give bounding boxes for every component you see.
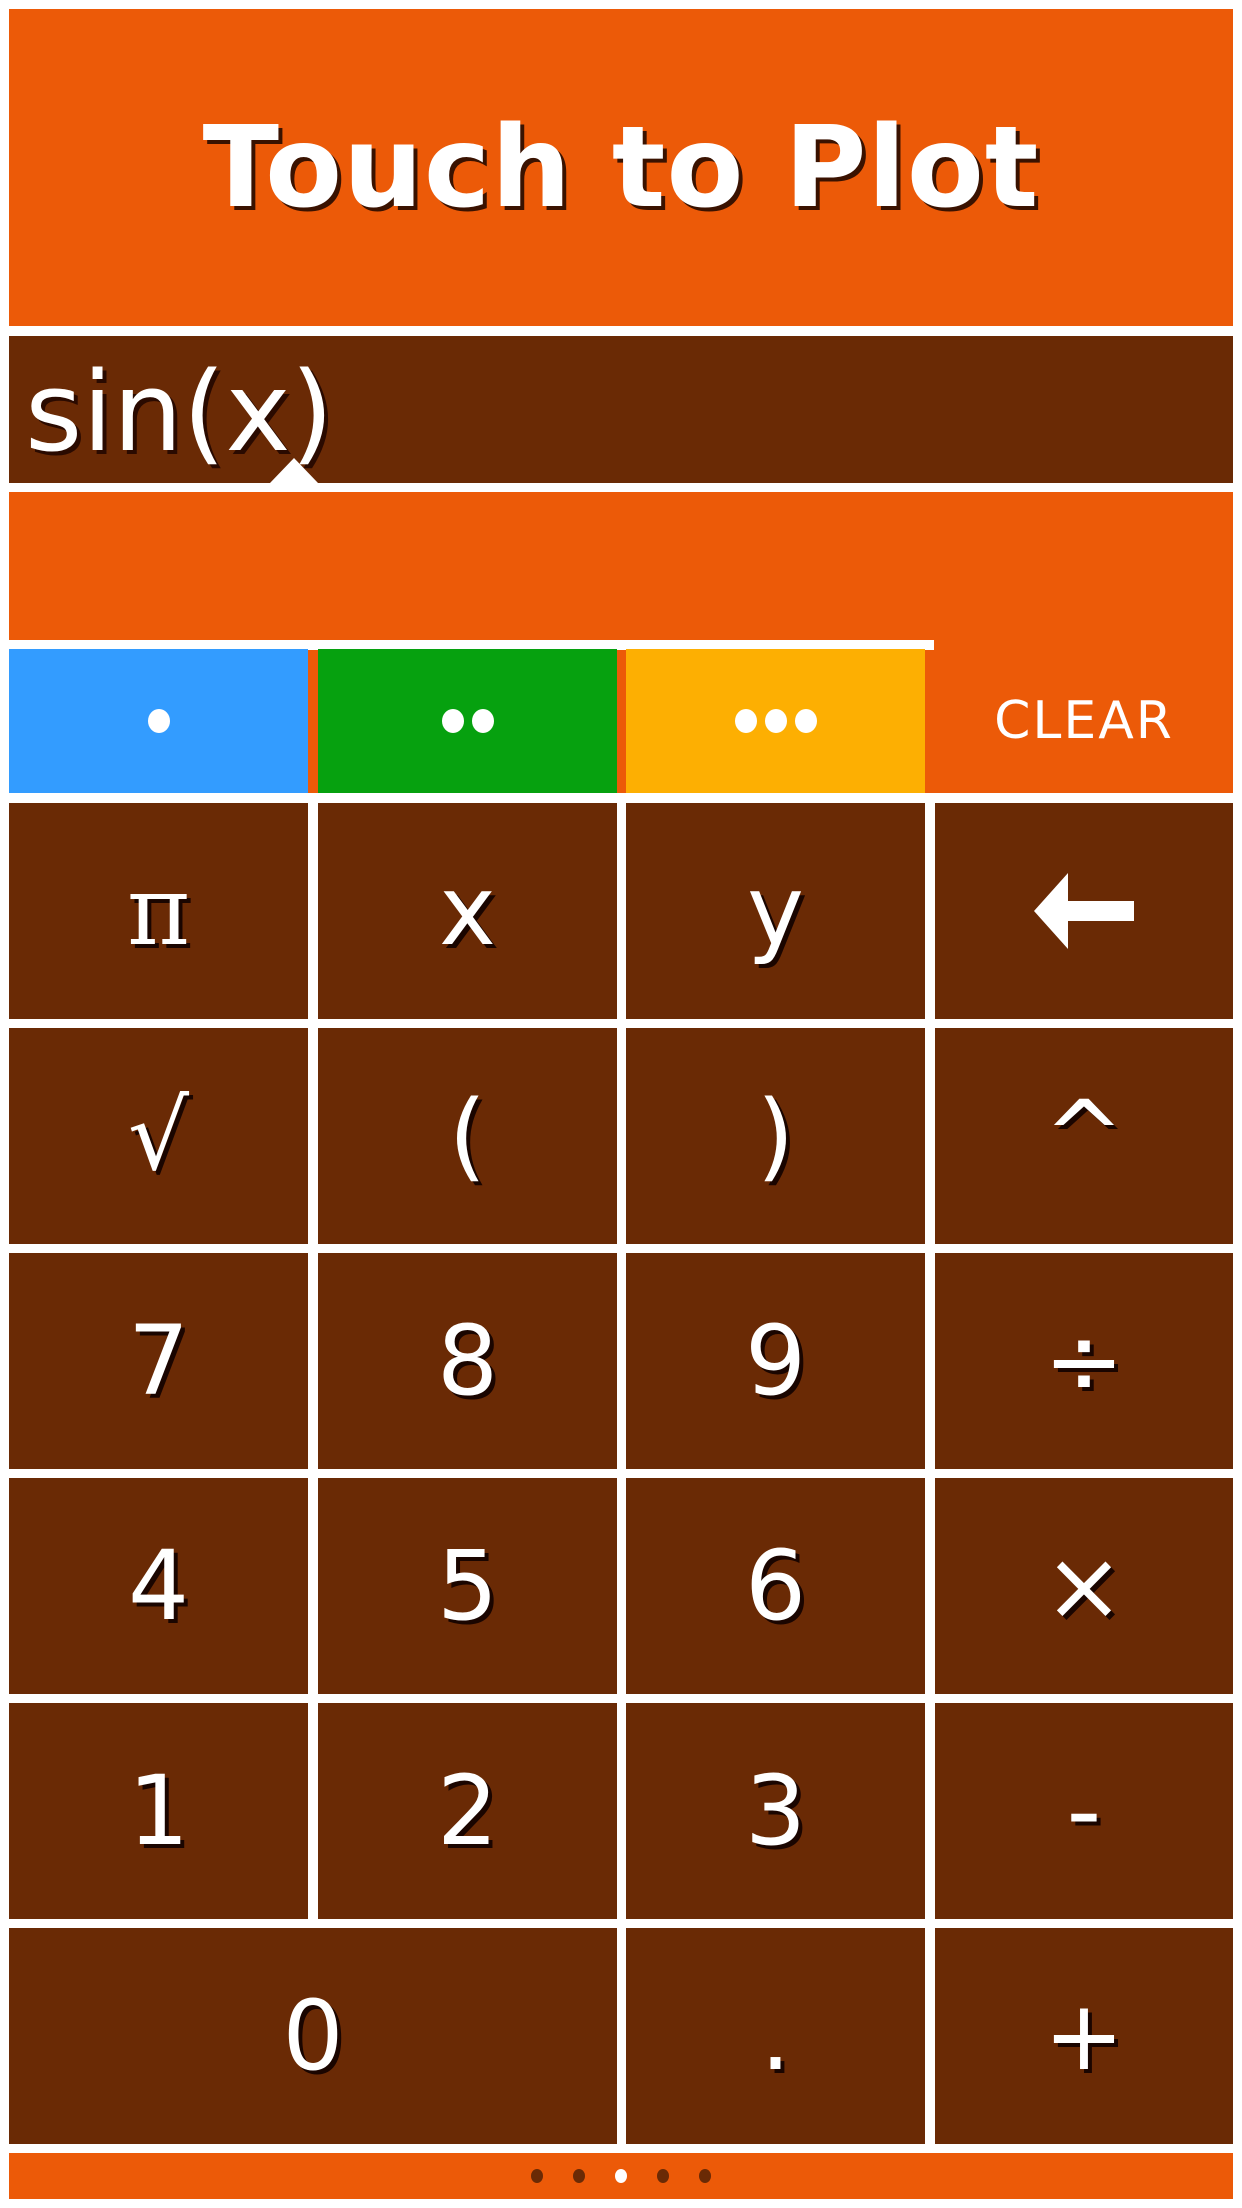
page-dot[interactable] [657, 2169, 669, 2183]
key-label: ( [448, 1080, 487, 1192]
key-label: x [439, 855, 496, 967]
key-multiply-button[interactable]: × [935, 1478, 1233, 1694]
header-plot-button[interactable]: Touch to Plot [9, 9, 1233, 326]
page-dot[interactable] [573, 2169, 585, 2183]
clear-button[interactable]: CLEAR [935, 649, 1233, 793]
page-title: Touch to Plot [202, 102, 1040, 233]
key-digit-6-button[interactable]: 6 [626, 1478, 925, 1694]
key-label: π [126, 855, 191, 967]
key-label: . [760, 1980, 791, 2092]
key-digit-5-button[interactable]: 5 [318, 1478, 617, 1694]
key-label: 6 [744, 1530, 807, 1642]
text-cursor-handle[interactable] [270, 458, 318, 483]
key-label: × [1043, 1530, 1125, 1642]
key-label: 9 [744, 1305, 807, 1417]
key-label: 4 [127, 1530, 190, 1642]
page-dot[interactable] [699, 2169, 711, 2183]
expression-input[interactable]: sin(x) [9, 336, 1233, 483]
key-power-button[interactable]: ^ [935, 1028, 1233, 1244]
key-label: + [1043, 1980, 1125, 2092]
key-digit-0-button[interactable]: 0 [9, 1928, 617, 2144]
key-digit-7-button[interactable]: 7 [9, 1253, 308, 1469]
page-indicator[interactable] [9, 2153, 1233, 2199]
page-dot[interactable] [531, 2169, 543, 2183]
key-minus-button[interactable]: - [935, 1703, 1233, 1919]
key-backspace-button[interactable] [935, 803, 1233, 1019]
page-dot[interactable] [615, 2169, 627, 2183]
key-close-paren-button[interactable]: ) [626, 1028, 925, 1244]
key-plus-button[interactable]: + [935, 1928, 1233, 2144]
two-dots-icon [441, 709, 494, 733]
key-label: 2 [436, 1755, 499, 1867]
one-dot-icon [147, 709, 170, 733]
key-label: ^ [1043, 1080, 1125, 1192]
key-digit-1-button[interactable]: 1 [9, 1703, 308, 1919]
key-label: 1 [127, 1755, 190, 1867]
key-x-button[interactable]: x [318, 803, 617, 1019]
key-digit-2-button[interactable]: 2 [318, 1703, 617, 1919]
key-digit-4-button[interactable]: 4 [9, 1478, 308, 1694]
key-pi-button[interactable]: π [9, 803, 308, 1019]
key-sqrt-button[interactable]: √ [9, 1028, 308, 1244]
key-digit-8-button[interactable]: 8 [318, 1253, 617, 1469]
key-label: ÷ [1043, 1305, 1125, 1417]
key-digit-9-button[interactable]: 9 [626, 1253, 925, 1469]
key-label: - [1066, 1755, 1102, 1867]
series-3-button[interactable] [626, 649, 925, 793]
key-label: ) [756, 1080, 795, 1192]
three-dots-icon [734, 709, 817, 733]
expression-text: sin(x) [25, 348, 334, 476]
key-divide-button[interactable]: ÷ [935, 1253, 1233, 1469]
key-decimal-button[interactable]: . [626, 1928, 925, 2144]
key-label: 0 [282, 1980, 344, 2092]
key-label: 8 [436, 1305, 499, 1417]
key-label: √ [127, 1080, 190, 1192]
series-1-button[interactable] [9, 649, 308, 793]
key-y-button[interactable]: y [626, 803, 925, 1019]
key-digit-3-button[interactable]: 3 [626, 1703, 925, 1919]
clear-label: CLEAR [994, 691, 1174, 751]
key-open-paren-button[interactable]: ( [318, 1028, 617, 1244]
backspace-icon [1034, 873, 1134, 949]
key-label: y [747, 855, 804, 967]
key-label: 7 [127, 1305, 190, 1417]
series-2-button[interactable] [318, 649, 617, 793]
key-label: 3 [744, 1755, 807, 1867]
key-label: 5 [436, 1530, 499, 1642]
